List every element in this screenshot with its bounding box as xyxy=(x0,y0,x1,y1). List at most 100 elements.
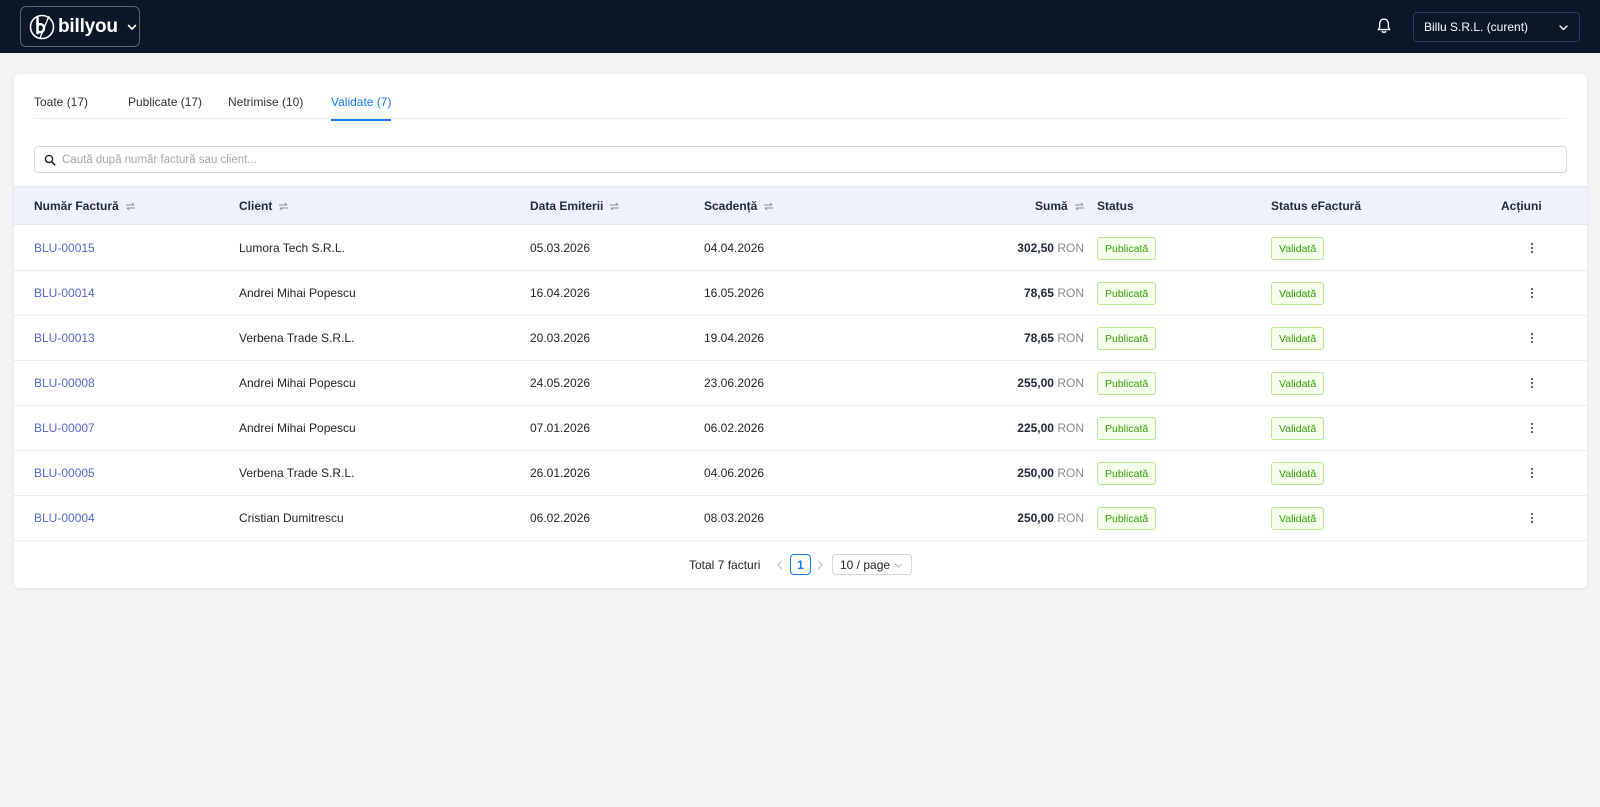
amount: 78,65 RON xyxy=(964,286,1084,300)
page-size-select[interactable]: 10 / page xyxy=(832,554,912,575)
company-select[interactable]: Billu S.R.L. (curent) xyxy=(1413,12,1580,42)
efactura-status-badge: Validată xyxy=(1271,372,1325,395)
brand-switcher[interactable]: billyou xyxy=(20,6,140,47)
tab-netrimise[interactable]: Netrimise (10) xyxy=(228,95,303,119)
tab-publicate[interactable]: Publicate (17) xyxy=(128,95,202,119)
more-vertical-icon[interactable] xyxy=(1525,466,1539,480)
efactura-status-badge: Validată xyxy=(1271,462,1325,485)
table-row: BLU-00008 Andrei Mihai Popescu 24.05.202… xyxy=(14,361,1587,406)
invoice-number-link[interactable]: BLU-00013 xyxy=(34,331,95,345)
status-badge: Publicată xyxy=(1097,282,1157,305)
client-name: Verbena Trade S.R.L. xyxy=(239,331,355,345)
sort-icon[interactable] xyxy=(125,202,136,211)
due-date: 16.05.2026 xyxy=(704,286,765,300)
page-size-value: 10 / page xyxy=(840,557,891,572)
client-name: Verbena Trade S.R.L. xyxy=(239,466,355,480)
invoice-number-link[interactable]: BLU-00004 xyxy=(34,511,95,525)
tab-validate[interactable]: Validate (7) xyxy=(331,95,392,121)
invoice-number-link[interactable]: BLU-00007 xyxy=(34,421,95,435)
filter-tabs: Toate (17) Publicate (17) Netrimise (10)… xyxy=(34,74,1567,121)
client-name: Andrei Mihai Popescu xyxy=(239,376,356,390)
status-badge: Publicată xyxy=(1097,417,1157,440)
amount: 250,00 RON xyxy=(964,511,1084,525)
amount-value: 255,00 xyxy=(1017,376,1054,390)
due-date: 23.06.2026 xyxy=(704,376,765,390)
amount-value: 302,50 xyxy=(1017,241,1054,255)
efactura-status-badge: Validată xyxy=(1271,507,1325,530)
amount-value: 225,00 xyxy=(1017,421,1054,435)
client-name: Cristian Dumitrescu xyxy=(239,511,344,525)
amount-currency: RON xyxy=(1057,421,1084,435)
column-header-amount: Sumă xyxy=(1035,199,1085,213)
chevron-right-icon[interactable] xyxy=(815,560,825,570)
chevron-down-icon xyxy=(894,563,903,568)
amount-currency: RON xyxy=(1057,286,1084,300)
status-badge: Publicată xyxy=(1097,372,1157,395)
more-vertical-icon[interactable] xyxy=(1525,421,1539,435)
chevron-down-icon xyxy=(127,24,137,30)
invoice-number-link[interactable]: BLU-00005 xyxy=(34,466,95,480)
bell-icon[interactable] xyxy=(1375,17,1393,35)
more-vertical-icon[interactable] xyxy=(1525,331,1539,345)
due-date: 04.06.2026 xyxy=(704,466,765,480)
sort-icon[interactable] xyxy=(1074,202,1085,211)
search-box xyxy=(34,146,1567,173)
sort-icon[interactable] xyxy=(763,202,774,211)
status-badge: Publicată xyxy=(1097,237,1157,260)
chevron-down-icon xyxy=(1559,25,1568,31)
search-input[interactable] xyxy=(62,153,1542,166)
client-name: Lumora Tech S.R.L. xyxy=(239,241,345,255)
more-vertical-icon[interactable] xyxy=(1525,286,1539,300)
amount: 250,00 RON xyxy=(964,466,1084,480)
more-vertical-icon[interactable] xyxy=(1525,376,1539,390)
issued-date: 20.03.2026 xyxy=(530,331,591,345)
amount-currency: RON xyxy=(1057,241,1084,255)
amount-currency: RON xyxy=(1057,331,1084,345)
amount: 78,65 RON xyxy=(964,331,1084,345)
client-name: Andrei Mihai Popescu xyxy=(239,286,356,300)
status-badge: Publicată xyxy=(1097,507,1157,530)
amount-value: 78,65 xyxy=(1023,286,1054,300)
amount: 302,50 RON xyxy=(964,241,1084,255)
due-date: 19.04.2026 xyxy=(704,331,765,345)
due-date: 08.03.2026 xyxy=(704,511,765,525)
column-header-number: Număr Factură xyxy=(34,199,136,213)
column-header-efactura: Status eFactură xyxy=(1271,199,1362,213)
efactura-status-badge: Validată xyxy=(1271,327,1325,350)
more-vertical-icon[interactable] xyxy=(1525,511,1539,525)
table-row: BLU-00013 Verbena Trade S.R.L. 20.03.202… xyxy=(14,316,1587,361)
issued-date: 24.05.2026 xyxy=(530,376,591,390)
column-header-due: Scadență xyxy=(704,199,774,213)
issued-date: 26.01.2026 xyxy=(530,466,591,480)
issued-date: 07.01.2026 xyxy=(530,421,591,435)
top-bar: billyou Billu S.R.L. (curent) xyxy=(0,0,1600,53)
amount-value: 78,65 xyxy=(1023,331,1054,345)
issued-date: 06.02.2026 xyxy=(530,511,591,525)
amount: 225,00 RON xyxy=(964,421,1084,435)
company-select-value: Billu S.R.L. (curent) xyxy=(1424,20,1529,34)
efactura-status-badge: Validată xyxy=(1271,237,1325,260)
pagination: Total 7 facturi 1 10 / page xyxy=(14,554,1587,576)
invoice-number-link[interactable]: BLU-00008 xyxy=(34,376,95,390)
tab-toate[interactable]: Toate (17) xyxy=(34,95,88,119)
chevron-left-icon[interactable] xyxy=(775,560,785,570)
page-button-current[interactable]: 1 xyxy=(790,554,811,575)
client-name: Andrei Mihai Popescu xyxy=(239,421,356,435)
amount-value: 250,00 xyxy=(1017,511,1054,525)
invoice-number-link[interactable]: BLU-00015 xyxy=(34,241,95,255)
table-row: BLU-00007 Andrei Mihai Popescu 07.01.202… xyxy=(14,406,1587,451)
issued-date: 05.03.2026 xyxy=(530,241,591,255)
brand-name: billyou xyxy=(58,15,118,37)
amount: 255,00 RON xyxy=(964,376,1084,390)
efactura-status-badge: Validată xyxy=(1271,282,1325,305)
invoice-number-link[interactable]: BLU-00014 xyxy=(34,286,95,300)
table-row: BLU-00005 Verbena Trade S.R.L. 26.01.202… xyxy=(14,451,1587,496)
table-row: BLU-00015 Lumora Tech S.R.L. 05.03.2026 … xyxy=(14,226,1587,271)
issued-date: 16.04.2026 xyxy=(530,286,591,300)
more-vertical-icon[interactable] xyxy=(1525,241,1539,255)
table-row: BLU-00004 Cristian Dumitrescu 06.02.2026… xyxy=(14,496,1587,541)
column-header-client: Client xyxy=(239,199,289,213)
sort-icon[interactable] xyxy=(278,202,289,211)
sort-icon[interactable] xyxy=(609,202,620,211)
amount-currency: RON xyxy=(1057,376,1084,390)
